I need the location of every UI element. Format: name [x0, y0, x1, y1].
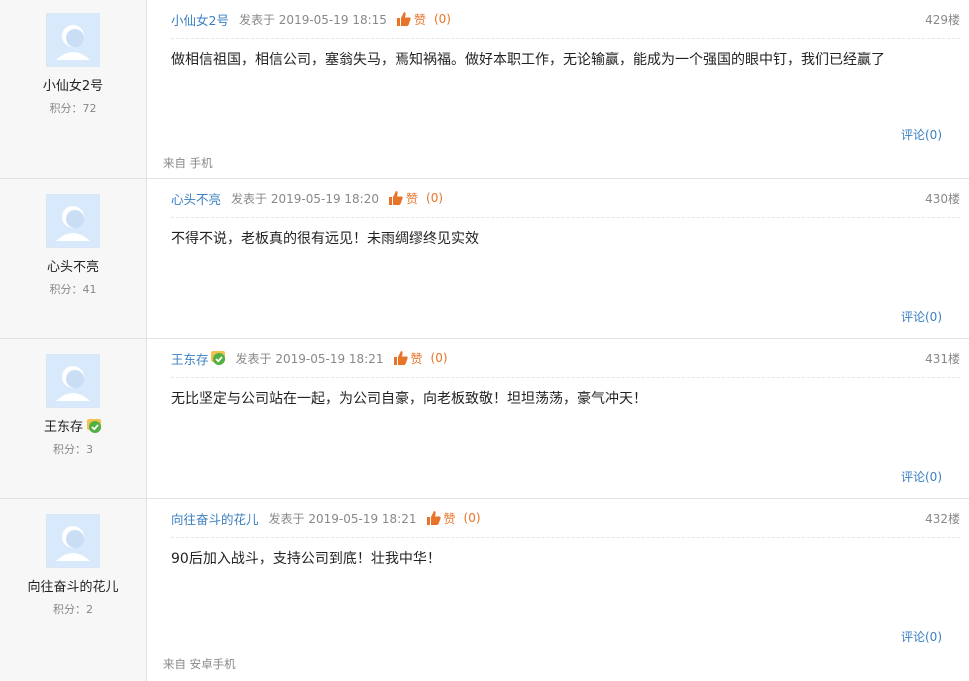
post-time-value: 2019-05-19 18:21	[275, 351, 384, 366]
like-button[interactable]: 赞 (0)	[388, 190, 443, 207]
like-label: 赞	[406, 191, 419, 206]
comment-link[interactable]: 评论(0)	[901, 468, 942, 485]
posted-label: 发表于	[231, 191, 268, 206]
score-value: 72	[82, 102, 97, 115]
like-button[interactable]: 赞 (0)	[393, 350, 448, 367]
like-label: 赞	[443, 511, 456, 526]
floor-number: 432楼	[925, 511, 960, 526]
posted-label: 发表于	[268, 511, 305, 526]
floor-number: 429楼	[925, 12, 960, 27]
like-count: (0)	[433, 12, 451, 26]
post-time: 发表于 2019-05-19 18:21	[269, 510, 417, 527]
like-button[interactable]: 赞 (0)	[426, 510, 481, 527]
post-content: 不得不说，老板真的很有远见！未雨绸缪终见实效	[171, 231, 479, 247]
score-value: 2	[86, 603, 93, 616]
like-label: 赞	[413, 12, 426, 27]
default-avatar-icon	[47, 515, 99, 567]
author-link[interactable]: 王东存	[171, 349, 209, 368]
user-name[interactable]: 小仙女2号	[43, 75, 103, 94]
post-main: 王东存 发表于 2019-05-19 18:21 赞 (0) 431楼 无比坚定…	[147, 339, 969, 498]
posted-label: 发表于	[238, 12, 275, 27]
post-432: 向往奋斗的花儿 积分：2 向往奋斗的花儿 发表于 2019-05-19 18:2…	[0, 499, 969, 681]
post-content: 做相信祖国，相信公司，塞翁失马，焉知祸福。做好本职工作，无论输赢，能成为一个强国…	[171, 52, 885, 68]
post-time-value: 2019-05-19 18:20	[270, 191, 379, 206]
user-score: 积分：3	[53, 441, 93, 457]
post-meta: 心头不亮 发表于 2019-05-19 18:20 赞 (0) 430楼	[171, 179, 960, 218]
avatar[interactable]	[46, 354, 100, 408]
user-sidebar: 向往奋斗的花儿 积分：2	[0, 499, 147, 681]
like-count: (0)	[430, 351, 448, 365]
user-name-link[interactable]: 向往奋斗的花儿	[27, 576, 118, 595]
author-link[interactable]: 心头不亮	[171, 189, 221, 208]
verified-shield-icon	[86, 418, 102, 434]
post-source: 来自 安卓手机	[163, 657, 236, 671]
score-value: 41	[82, 283, 97, 296]
post-main: 向往奋斗的花儿 发表于 2019-05-19 18:21 赞 (0) 432楼 …	[147, 499, 969, 681]
posted-label: 发表于	[235, 351, 272, 366]
default-avatar-icon	[47, 355, 99, 407]
floor-number: 431楼	[925, 351, 960, 366]
floor-number: 430楼	[925, 191, 960, 206]
thumbs-up-icon	[396, 12, 411, 26]
avatar[interactable]	[46, 13, 100, 67]
like-button[interactable]: 赞 (0)	[396, 11, 451, 28]
default-avatar-icon	[47, 14, 99, 66]
author-link[interactable]: 小仙女2号	[171, 10, 229, 29]
comment-link[interactable]: 评论(0)	[901, 628, 942, 645]
thumbs-up-icon	[393, 351, 408, 365]
post-meta: 王东存 发表于 2019-05-19 18:21 赞 (0) 431楼	[171, 339, 960, 378]
like-count: (0)	[463, 511, 481, 525]
score-label: 积分：	[49, 283, 83, 296]
post-429: 小仙女2号 积分：72 小仙女2号 发表于 2019-05-19 18:15 赞…	[0, 0, 969, 179]
post-time-value: 2019-05-19 18:21	[308, 511, 417, 526]
default-avatar-icon	[47, 195, 99, 247]
score-label: 积分：	[53, 443, 86, 456]
user-name-link[interactable]: 心头不亮	[47, 256, 99, 275]
score-value: 3	[86, 443, 93, 456]
user-score: 积分：72	[50, 100, 97, 116]
thumbs-up-icon	[389, 191, 403, 205]
user-sidebar: 小仙女2号 积分：72	[0, 0, 147, 178]
user-name-link[interactable]: 王东存	[44, 416, 83, 435]
post-main: 小仙女2号 发表于 2019-05-19 18:15 赞 (0) 429楼 做相…	[147, 0, 969, 178]
post-meta: 小仙女2号 发表于 2019-05-19 18:15 赞 (0) 429楼	[171, 0, 960, 39]
score-label: 积分：	[49, 102, 83, 115]
user-sidebar: 王东存 积分：3	[0, 339, 147, 498]
post-content: 无比坚定与公司站在一起，为公司自豪，向老板致敬！坦坦荡荡，豪气冲天！	[171, 391, 647, 407]
like-count: (0)	[426, 191, 444, 205]
avatar[interactable]	[46, 194, 100, 248]
post-430: 心头不亮 积分：41 心头不亮 发表于 2019-05-19 18:20 赞 (…	[0, 179, 969, 339]
post-time: 发表于 2019-05-19 18:15	[239, 11, 387, 28]
avatar[interactable]	[46, 514, 100, 568]
user-score: 积分：2	[53, 601, 93, 617]
verified-shield-icon	[210, 350, 226, 366]
thumbs-up-icon	[426, 511, 441, 525]
like-label: 赞	[410, 351, 423, 366]
author-link[interactable]: 向往奋斗的花儿	[171, 509, 259, 528]
post-431: 王东存 积分：3 王东存 发表于 2019-05-19 18:21 赞 (0) …	[0, 339, 969, 499]
post-time: 发表于 2019-05-19 18:21	[236, 350, 384, 367]
post-main: 心头不亮 发表于 2019-05-19 18:20 赞 (0) 430楼 不得不…	[147, 179, 969, 338]
user-name[interactable]: 王东存	[44, 416, 102, 435]
user-sidebar: 心头不亮 积分：41	[0, 179, 147, 338]
user-score: 积分：41	[50, 281, 97, 297]
user-name-link[interactable]: 小仙女2号	[43, 75, 103, 94]
score-label: 积分：	[53, 603, 86, 616]
post-time: 发表于 2019-05-19 18:20	[231, 190, 379, 207]
user-name[interactable]: 心头不亮	[47, 256, 99, 275]
user-name[interactable]: 向往奋斗的花儿	[27, 576, 118, 595]
comment-link[interactable]: 评论(0)	[901, 308, 942, 325]
post-meta: 向往奋斗的花儿 发表于 2019-05-19 18:21 赞 (0) 432楼	[171, 499, 960, 538]
post-source: 来自 手机	[163, 156, 213, 170]
comment-link[interactable]: 评论(0)	[901, 126, 942, 143]
post-content: 90后加入战斗，支持公司到底！壮我中华！	[171, 551, 441, 567]
post-time-value: 2019-05-19 18:15	[278, 12, 387, 27]
